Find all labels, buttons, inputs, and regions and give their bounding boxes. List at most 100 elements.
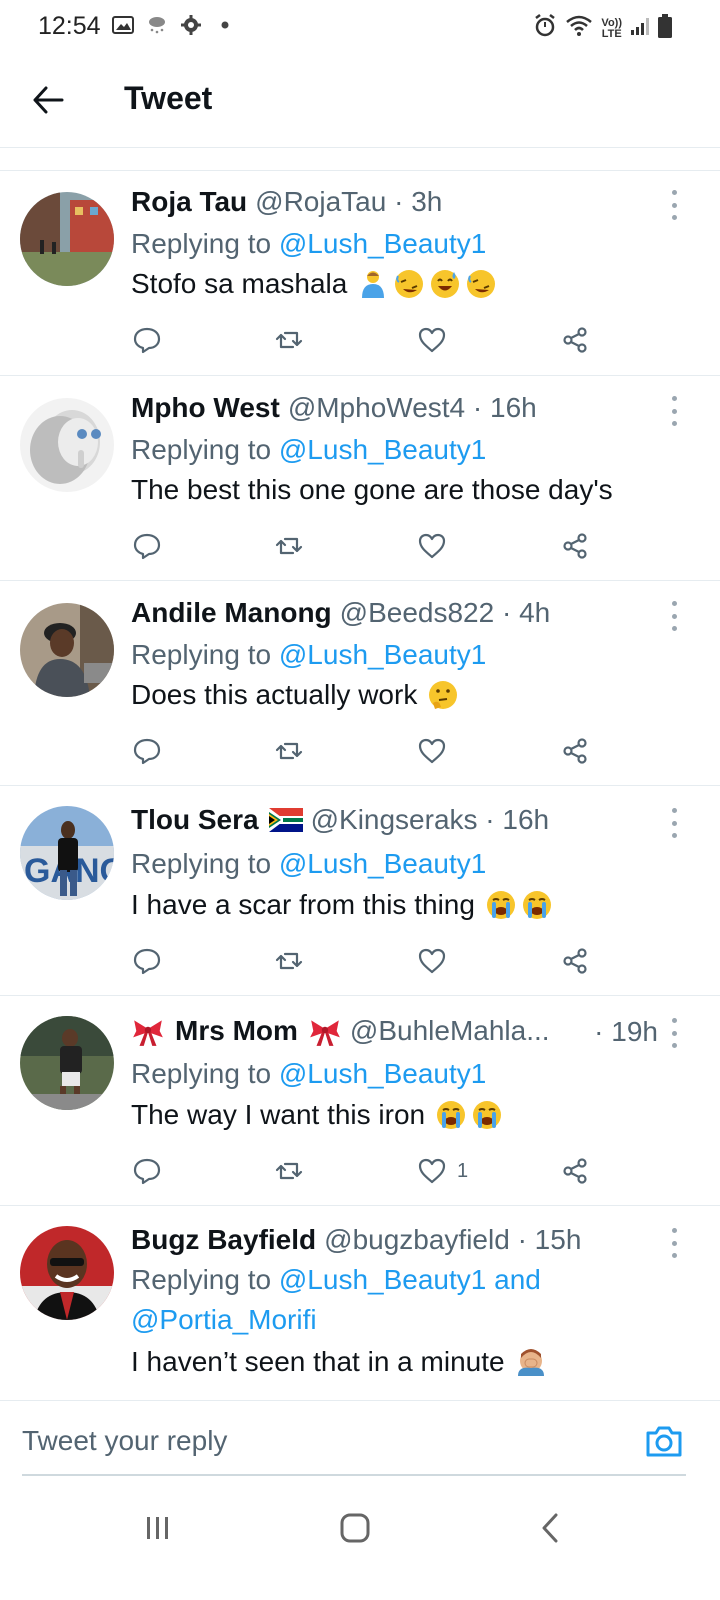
mention-link[interactable]: @Lush_Beauty1 xyxy=(279,639,486,670)
avatar[interactable] xyxy=(20,603,114,697)
tweet-actions xyxy=(132,526,612,566)
retweet-icon xyxy=(274,1156,304,1186)
lte-label: LTE xyxy=(601,27,622,40)
reply-button[interactable] xyxy=(132,731,162,771)
author-handle[interactable]: @Beeds822 · 4h xyxy=(340,597,551,629)
tweet-actions xyxy=(132,731,612,771)
reply-icon xyxy=(132,531,162,561)
author-name[interactable]: Bugz Bayfield xyxy=(131,1224,316,1256)
tweet-header: Roja Tau @RojaTau · 3h xyxy=(131,186,660,218)
heart-icon xyxy=(417,946,447,976)
recent-apps-button[interactable] xyxy=(128,1506,188,1550)
retweet-button[interactable] xyxy=(274,526,304,566)
system-nav-bar xyxy=(0,1480,720,1600)
share-button[interactable] xyxy=(560,320,590,360)
system-back-button[interactable] xyxy=(520,1506,580,1550)
more-options-button[interactable] xyxy=(668,1228,680,1258)
tweet-item[interactable]: Roja Tau @RojaTau · 3h Replying to @Lush… xyxy=(0,170,720,376)
replying-prefix: Replying to xyxy=(131,848,272,879)
tweet-text: I have a scar from this thing xyxy=(131,889,680,921)
author-name[interactable]: Mrs Mom xyxy=(175,1015,298,1047)
like-button[interactable]: 1 xyxy=(417,1151,468,1191)
retweet-button[interactable] xyxy=(274,1151,304,1191)
avatar[interactable]: GANG xyxy=(20,806,114,900)
like-button[interactable] xyxy=(417,941,447,981)
retweet-icon xyxy=(274,946,304,976)
replying-prefix: Replying to xyxy=(131,639,272,670)
tweet-body: The way I want this iron xyxy=(131,1099,426,1130)
avatar[interactable] xyxy=(20,398,114,492)
tweet-actions xyxy=(132,941,612,981)
author-handle[interactable]: @MphoWest4 · 16h xyxy=(288,392,537,424)
reply-button[interactable] xyxy=(132,526,162,566)
more-options-button[interactable] xyxy=(668,601,680,631)
heart-icon xyxy=(417,736,447,766)
ribbon-icon xyxy=(308,1014,342,1048)
home-button[interactable] xyxy=(325,1506,385,1550)
avatar[interactable] xyxy=(20,192,114,286)
tweet-item[interactable]: Mpho West @MphoWest4 · 16h Replying to @… xyxy=(0,376,720,581)
rofl-icon xyxy=(393,268,425,300)
replying-to: Replying to @Lush_Beauty1 xyxy=(131,635,680,675)
retweet-icon xyxy=(274,736,304,766)
more-options-button[interactable] xyxy=(668,396,680,426)
tweet-item[interactable]: Mrs Mom @BuhleMahla... · 19h Replying to… xyxy=(0,996,720,1206)
tweet-text: The way I want this iron xyxy=(131,1099,680,1131)
reply-button[interactable] xyxy=(132,320,162,360)
mention-link[interactable]: @Lush_Beauty1 xyxy=(279,1058,486,1089)
tweet-item[interactable]: GANG Tlou Sera @Kingseraks · 16h Replyin… xyxy=(0,786,720,996)
mention-link[interactable]: @Portia_Morifi xyxy=(131,1304,317,1335)
author-handle[interactable]: @bugzbayfield · 15h xyxy=(324,1224,581,1256)
mention-link[interactable]: @Lush_Beauty1 xyxy=(279,848,486,879)
reply-input[interactable] xyxy=(22,1421,582,1461)
tweet-text: Stofo sa mashala xyxy=(131,268,680,300)
crying-icon xyxy=(485,889,517,921)
author-handle[interactable]: @RojaTau · 3h xyxy=(255,186,442,218)
lte-indicator: Vo)) LTE xyxy=(601,17,622,40)
replying-to: Replying to @Lush_Beauty1 xyxy=(131,224,680,264)
back-button[interactable] xyxy=(26,78,70,122)
reply-underline xyxy=(22,1474,686,1476)
replying-prefix: Replying to xyxy=(131,228,272,259)
reply-button[interactable] xyxy=(132,941,162,981)
tweet-body: I have a scar from this thing xyxy=(131,889,475,920)
status-time: 12:54 xyxy=(38,12,101,40)
reply-button[interactable] xyxy=(132,1151,162,1191)
author-handle[interactable]: @BuhleMahla... xyxy=(350,1015,550,1047)
status-left-icons xyxy=(112,14,236,36)
settings-icon xyxy=(180,14,202,36)
retweet-icon xyxy=(274,325,304,355)
author-name[interactable]: Mpho West xyxy=(131,392,280,424)
wifi-icon xyxy=(565,14,593,43)
like-button[interactable] xyxy=(417,320,447,360)
tweet-item[interactable]: Bugz Bayfield @bugzbayfield · 15h Replyi… xyxy=(0,1206,720,1400)
retweet-button[interactable] xyxy=(274,320,304,360)
replying-prefix: Replying to xyxy=(131,1058,272,1089)
sweat-smile-icon xyxy=(429,268,461,300)
share-button[interactable] xyxy=(560,1151,590,1191)
more-options-button[interactable] xyxy=(668,190,680,220)
avatar[interactable] xyxy=(20,1226,114,1320)
mention-link[interactable]: @Lush_Beauty1 xyxy=(279,1264,486,1295)
more-options-button[interactable] xyxy=(668,808,680,838)
avatar[interactable] xyxy=(20,1016,114,1110)
heart-icon xyxy=(417,325,447,355)
mention-link[interactable]: @Lush_Beauty1 xyxy=(279,434,486,465)
retweet-button[interactable] xyxy=(274,941,304,981)
author-name[interactable]: Andile Manong xyxy=(131,597,332,629)
author-handle[interactable]: @Kingseraks · 16h xyxy=(311,804,550,836)
author-name[interactable]: Roja Tau xyxy=(131,186,247,218)
retweet-button[interactable] xyxy=(274,731,304,771)
dot-icon xyxy=(214,14,236,36)
mention-link[interactable]: @Lush_Beauty1 xyxy=(279,228,486,259)
like-button[interactable] xyxy=(417,731,447,771)
share-button[interactable] xyxy=(560,731,590,771)
share-button[interactable] xyxy=(560,526,590,566)
more-options-button[interactable] xyxy=(668,1018,680,1048)
author-name[interactable]: Tlou Sera xyxy=(131,804,259,836)
like-button[interactable] xyxy=(417,526,447,566)
image-icon xyxy=(112,14,134,36)
tweet-item[interactable]: Andile Manong @Beeds822 · 4h Replying to… xyxy=(0,581,720,786)
share-button[interactable] xyxy=(560,941,590,981)
camera-button[interactable] xyxy=(644,1423,684,1459)
